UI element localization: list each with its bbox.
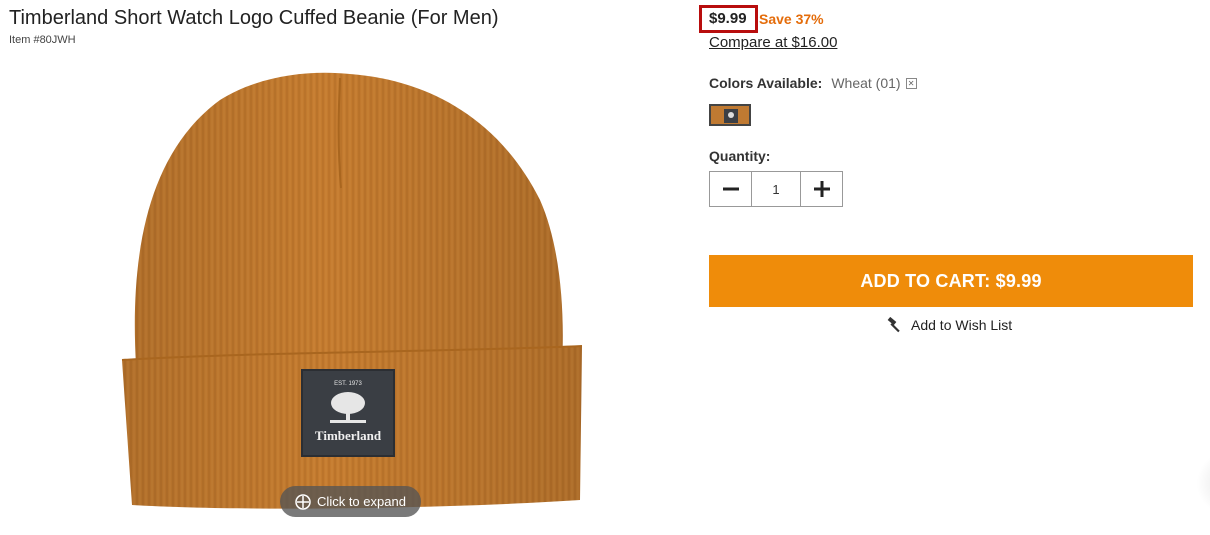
- product-image[interactable]: EST. 1973 Timberland: [100, 60, 620, 530]
- item-number: Item #80JWH: [9, 34, 76, 46]
- selected-color: Wheat (01): [831, 75, 901, 91]
- add-to-wish-list-link[interactable]: Add to Wish List: [887, 316, 1013, 333]
- expand-label: Click to expand: [317, 494, 406, 509]
- colors-available: Colors Available: Wheat (01) ✕: [709, 75, 917, 91]
- color-swatch-wheat[interactable]: [709, 104, 751, 126]
- wish-list-label: Add to Wish List: [911, 317, 1013, 333]
- minus-icon: [722, 187, 739, 191]
- patch-brand-text: Timberland: [315, 428, 382, 443]
- swatch-patch: [724, 109, 738, 123]
- savings-text: Save 37%: [759, 11, 824, 27]
- plus-icon: [813, 181, 830, 197]
- compare-at-price-link[interactable]: Compare at $16.00: [709, 34, 837, 51]
- patch-est-text: EST. 1973: [334, 381, 362, 387]
- add-to-cart-button[interactable]: ADD TO CART: $9.99: [709, 255, 1193, 307]
- hammer-icon: [887, 316, 903, 333]
- colors-label: Colors Available:: [709, 75, 823, 91]
- click-to-expand-button[interactable]: Click to expand: [280, 486, 421, 517]
- clear-x-icon[interactable]: ✕: [905, 77, 917, 89]
- quantity-stepper: [709, 171, 843, 207]
- sale-price: $9.99: [709, 10, 747, 27]
- edge-shadow: [1196, 448, 1210, 518]
- beanie-image: EST. 1973 Timberland: [121, 72, 583, 509]
- quantity-input[interactable]: [752, 172, 800, 206]
- quantity-increase-button[interactable]: [800, 172, 842, 206]
- product-title: Timberland Short Watch Logo Cuffed Beani…: [9, 7, 499, 29]
- quantity-decrease-button[interactable]: [710, 172, 752, 206]
- quantity-label: Quantity:: [709, 148, 771, 164]
- circle-plus-icon: [295, 493, 311, 510]
